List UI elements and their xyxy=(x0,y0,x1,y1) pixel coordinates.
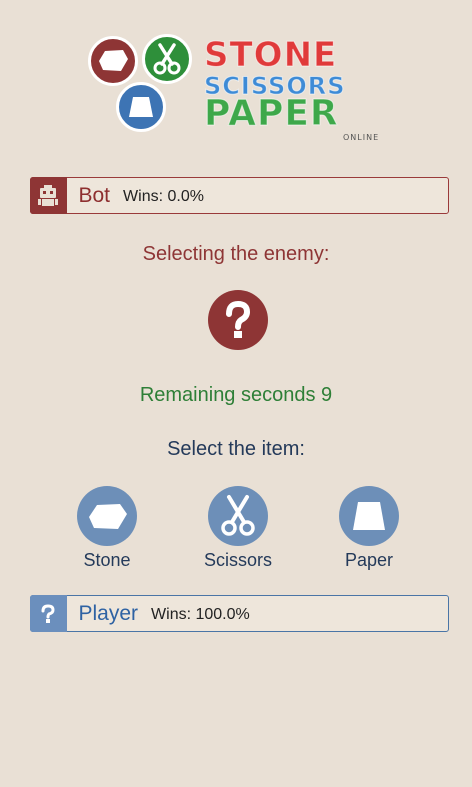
scissors-button[interactable] xyxy=(208,486,268,546)
paper-button[interactable] xyxy=(339,486,399,546)
logo-scissors-icon xyxy=(142,34,192,84)
logo-stone-icon xyxy=(88,36,138,86)
player-status-bar: Player Wins: 100.0% xyxy=(29,595,449,632)
bot-name: Bot xyxy=(78,183,111,207)
logo-paper-icon xyxy=(116,82,166,132)
bot-wins: Wins: 0.0% xyxy=(123,188,204,205)
paper-icon xyxy=(353,502,385,530)
player-wins: Wins: 100.0% xyxy=(151,606,250,623)
scissors-icon xyxy=(221,495,255,536)
app-logo: STONE SCISSORS PAPER ONLINE xyxy=(86,34,396,144)
scissors-label[interactable]: Scissors xyxy=(178,550,298,571)
bot-status-bar: Bot Wins: 0.0% xyxy=(29,177,449,214)
stone-button[interactable] xyxy=(77,486,137,546)
enemy-caption: Selecting the enemy: xyxy=(142,243,330,265)
remaining-seconds: Remaining seconds 9 xyxy=(139,384,333,406)
select-item-caption: Select the item: xyxy=(167,438,305,460)
game-screen: STONE SCISSORS PAPER ONLINE Bot Wins: 0.… xyxy=(0,0,472,787)
logo-online-tag: ONLINE xyxy=(343,133,380,142)
stone-icon xyxy=(89,504,127,529)
question-icon xyxy=(29,595,67,632)
logo-word-stone: STONE xyxy=(203,35,338,75)
stone-label[interactable]: Stone xyxy=(47,550,167,571)
player-name: Player xyxy=(78,601,139,625)
logo-word-paper: PAPER xyxy=(204,93,339,134)
enemy-choice-question-icon xyxy=(208,290,268,350)
robot-icon xyxy=(29,177,67,214)
paper-label[interactable]: Paper xyxy=(309,550,429,571)
